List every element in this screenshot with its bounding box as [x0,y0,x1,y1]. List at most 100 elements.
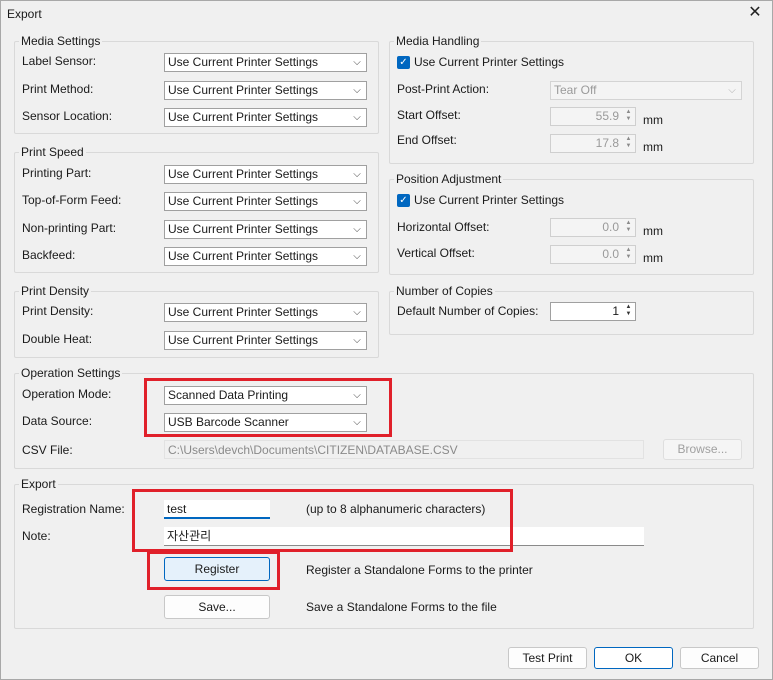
chevron-down-icon: ⌵ [353,224,361,235]
non-printing-part-value: Use Current Printer Settings [168,222,319,236]
double-heat-label: Double Heat: [22,332,93,346]
backfeed-select[interactable]: Use Current Printer Settings ⌵ [164,247,367,266]
position-use-current-label: Use Current Printer Settings [414,193,565,207]
end-offset-spinner[interactable]: 17.8 ▲ ▼ [550,134,636,153]
post-print-action-value: Tear Off [554,83,597,97]
copies-legend: Number of Copies [396,284,493,298]
horizontal-offset-unit: mm [643,224,663,238]
end-offset-unit: mm [643,140,663,154]
spin-arrows-icon[interactable]: ▲ ▼ [623,109,634,124]
cancel-button[interactable]: Cancel [680,647,759,669]
browse-button[interactable]: Browse... [663,439,742,460]
operation-mode-label: Operation Mode: [22,387,112,401]
data-source-label: Data Source: [22,414,93,428]
non-printing-part-label: Non-printing Part: [22,221,117,235]
registration-name-label: Registration Name: [22,502,125,516]
data-source-value: USB Barcode Scanner [168,415,289,429]
non-printing-part-select[interactable]: Use Current Printer Settings ⌵ [164,220,367,239]
close-icon[interactable]: ✕ [742,2,768,24]
default-copies-spinner[interactable]: 1 ▲ ▼ [550,302,636,321]
chevron-down-icon: ⌵ [353,112,361,123]
spin-arrows-icon[interactable]: ▲ ▼ [623,220,634,235]
registration-name-value: test [167,502,187,516]
media-settings-legend: Media Settings [21,34,101,48]
spin-arrows-icon[interactable]: ▲ ▼ [623,247,634,262]
print-speed-legend: Print Speed [21,145,84,159]
note-label: Note: [22,529,51,543]
operation-settings-legend: Operation Settings [21,366,121,380]
sensor-location-select[interactable]: Use Current Printer Settings ⌵ [164,108,367,127]
window-title: Export [7,7,42,21]
horizontal-offset-label: Horizontal Offset: [397,220,490,234]
chevron-down-icon: ⌵ [353,335,361,346]
vertical-offset-spinner[interactable]: 0.0 ▲ ▼ [550,245,636,264]
export-legend: Export [21,477,56,491]
chevron-down-icon: ⌵ [353,85,361,96]
printing-part-select[interactable]: Use Current Printer Settings ⌵ [164,165,367,184]
sensor-location-label: Sensor Location: [22,109,113,123]
vertical-offset-value: 0.0 [602,247,619,261]
chevron-down-icon: ⌵ [353,251,361,262]
test-print-button[interactable]: Test Print [508,647,587,669]
csv-file-label: CSV File: [22,443,73,457]
register-description: Register a Standalone Forms to the print… [306,563,533,577]
spin-arrows-icon[interactable]: ▲ ▼ [623,136,634,151]
top-of-form-select[interactable]: Use Current Printer Settings ⌵ [164,192,367,211]
chevron-down-icon: ⌵ [353,307,361,318]
media-handling-use-current-label: Use Current Printer Settings [414,55,565,69]
csv-file-value: C:\Users\devch\Documents\CITIZEN\DATABAS… [168,443,458,457]
top-of-form-label: Top-of-Form Feed: [22,193,122,207]
media-handling-legend: Media Handling [396,34,480,48]
start-offset-spinner[interactable]: 55.9 ▲ ▼ [550,107,636,126]
chevron-down-icon: ⌵ [353,417,361,428]
position-adjustment-legend: Position Adjustment [396,172,502,186]
print-method-select[interactable]: Use Current Printer Settings ⌵ [164,81,367,100]
operation-mode-value: Scanned Data Printing [168,388,289,402]
print-density-label: Print Density: [22,304,94,318]
note-input[interactable]: 자산관리 [164,527,644,546]
registration-name-hint: (up to 8 alphanumeric characters) [306,502,486,516]
chevron-down-icon: ⌵ [728,85,736,96]
title-bar: Export ✕ [1,1,772,27]
horizontal-offset-value: 0.0 [602,220,619,234]
save-button[interactable]: Save... [164,595,270,619]
position-adjustment-checkbox[interactable]: ✓ [397,194,410,207]
export-dialog: Export ✕ Media Settings Label Sensor: Us… [0,0,773,680]
label-sensor-select[interactable]: Use Current Printer Settings ⌵ [164,53,367,72]
print-density-select[interactable]: Use Current Printer Settings ⌵ [164,303,367,322]
print-method-label: Print Method: [22,82,94,96]
label-sensor-label: Label Sensor: [22,54,97,68]
media-handling-checkbox[interactable]: ✓ [397,56,410,69]
chevron-down-icon: ⌵ [353,390,361,401]
end-offset-value: 17.8 [595,136,619,150]
vertical-offset-unit: mm [643,251,663,265]
print-method-value: Use Current Printer Settings [168,83,319,97]
post-print-action-select[interactable]: Tear Off ⌵ [550,81,742,100]
vertical-offset-label: Vertical Offset: [397,246,475,260]
chevron-down-icon: ⌵ [353,169,361,180]
top-of-form-value: Use Current Printer Settings [168,194,319,208]
register-button[interactable]: Register [164,557,270,581]
operation-mode-select[interactable]: Scanned Data Printing ⌵ [164,386,367,405]
horizontal-offset-spinner[interactable]: 0.0 ▲ ▼ [550,218,636,237]
print-density-legend: Print Density [21,284,90,298]
double-heat-select[interactable]: Use Current Printer Settings ⌵ [164,331,367,350]
csv-file-field[interactable]: C:\Users\devch\Documents\CITIZEN\DATABAS… [164,440,644,459]
backfeed-value: Use Current Printer Settings [168,249,319,263]
end-offset-label: End Offset: [397,133,457,147]
sensor-location-value: Use Current Printer Settings [168,110,319,124]
chevron-down-icon: ⌵ [353,57,361,68]
start-offset-unit: mm [643,113,663,127]
start-offset-label: Start Offset: [397,108,461,122]
registration-name-input[interactable]: test [164,500,270,519]
backfeed-label: Backfeed: [22,248,76,262]
spin-arrows-icon[interactable]: ▲ ▼ [623,304,634,319]
data-source-select[interactable]: USB Barcode Scanner ⌵ [164,413,367,432]
note-value: 자산관리 [167,529,212,543]
printing-part-label: Printing Part: [22,166,92,180]
save-description: Save a Standalone Forms to the file [306,600,497,614]
double-heat-value: Use Current Printer Settings [168,333,319,347]
default-copies-value: 1 [612,304,619,318]
ok-button[interactable]: OK [594,647,673,669]
label-sensor-value: Use Current Printer Settings [168,55,319,69]
